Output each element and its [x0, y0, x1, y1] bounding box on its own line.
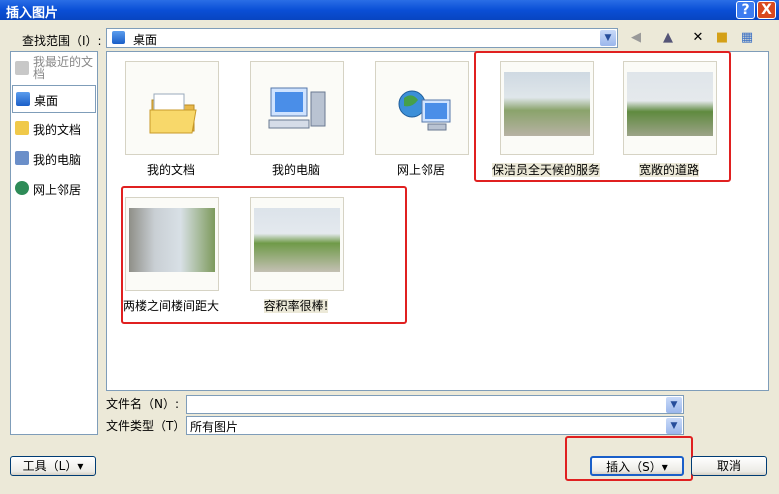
window-title: 插入图片: [6, 6, 59, 21]
item-label: 网上邻居: [396, 163, 445, 177]
filename-input[interactable]: ▼: [186, 395, 684, 414]
up-folder-icon[interactable]: ▲: [660, 30, 676, 46]
place-label: 桌面: [34, 94, 59, 108]
recent-documents-icon: [15, 61, 29, 75]
place-recent[interactable]: 我最近的文档: [12, 55, 96, 83]
item-thumbnail: [125, 61, 219, 155]
places-bar: 我最近的文档 桌面 我的文档 我的电脑 网上邻居: [10, 51, 98, 435]
lookin-value: 桌面: [133, 33, 158, 47]
title-bar: 插入图片 ? X: [0, 0, 779, 21]
close-button[interactable]: X: [757, 1, 776, 19]
place-label: 我的文档: [33, 123, 82, 137]
delete-icon[interactable]: ✕: [690, 30, 706, 46]
filetype-label: 文件类型（T）:: [106, 419, 190, 433]
place-label: 我的电脑: [33, 153, 82, 167]
network-icon: [398, 90, 451, 131]
file-item[interactable]: 我的电脑: [233, 61, 353, 179]
views-menu-icon[interactable]: ▦: [739, 30, 755, 46]
place-label: 网上邻居: [33, 183, 82, 197]
cancel-button[interactable]: 取消: [691, 456, 767, 476]
desktop-icon: [16, 92, 30, 106]
item-thumbnail: [250, 61, 344, 155]
item-thumbnail: [375, 61, 469, 155]
place-desktop[interactable]: 桌面: [12, 85, 96, 113]
help-button[interactable]: ?: [736, 1, 755, 19]
highlight-box: [121, 186, 407, 324]
tools-button[interactable]: 工具（L）▾: [10, 456, 96, 476]
filetype-value: 所有图片: [190, 420, 239, 434]
lookin-dropdown[interactable]: 桌面 ▼: [106, 28, 618, 48]
chevron-down-icon[interactable]: ▼: [666, 418, 682, 434]
network-icon: [15, 181, 29, 195]
place-my-computer[interactable]: 我的电脑: [12, 145, 96, 173]
item-label: 我的电脑: [271, 163, 320, 177]
folder-icon: [149, 93, 197, 134]
chevron-down-icon[interactable]: ▼: [600, 30, 616, 46]
file-item[interactable]: 我的文档: [108, 61, 228, 179]
chevron-down-icon[interactable]: ▼: [666, 397, 682, 413]
computer-icon: [268, 87, 326, 129]
place-label: 我最近的文档: [33, 55, 94, 81]
file-item[interactable]: 网上邻居: [358, 61, 478, 179]
place-network[interactable]: 网上邻居: [12, 175, 96, 203]
lookin-label: 查找范围（I）:: [22, 34, 102, 48]
item-label: 我的文档: [146, 163, 195, 177]
desktop-icon: [112, 31, 125, 44]
filename-label: 文件名（N）:: [106, 397, 180, 411]
back-icon[interactable]: ◀: [628, 30, 644, 46]
computer-icon: [15, 151, 29, 165]
filetype-select[interactable]: 所有图片 ▼: [186, 416, 684, 435]
place-my-documents[interactable]: 我的文档: [12, 115, 96, 143]
new-folder-icon[interactable]: ■: [714, 30, 730, 46]
folder-icon: [15, 121, 29, 135]
insert-button[interactable]: 插入（S）▾: [590, 456, 684, 476]
highlight-box: [474, 51, 731, 182]
